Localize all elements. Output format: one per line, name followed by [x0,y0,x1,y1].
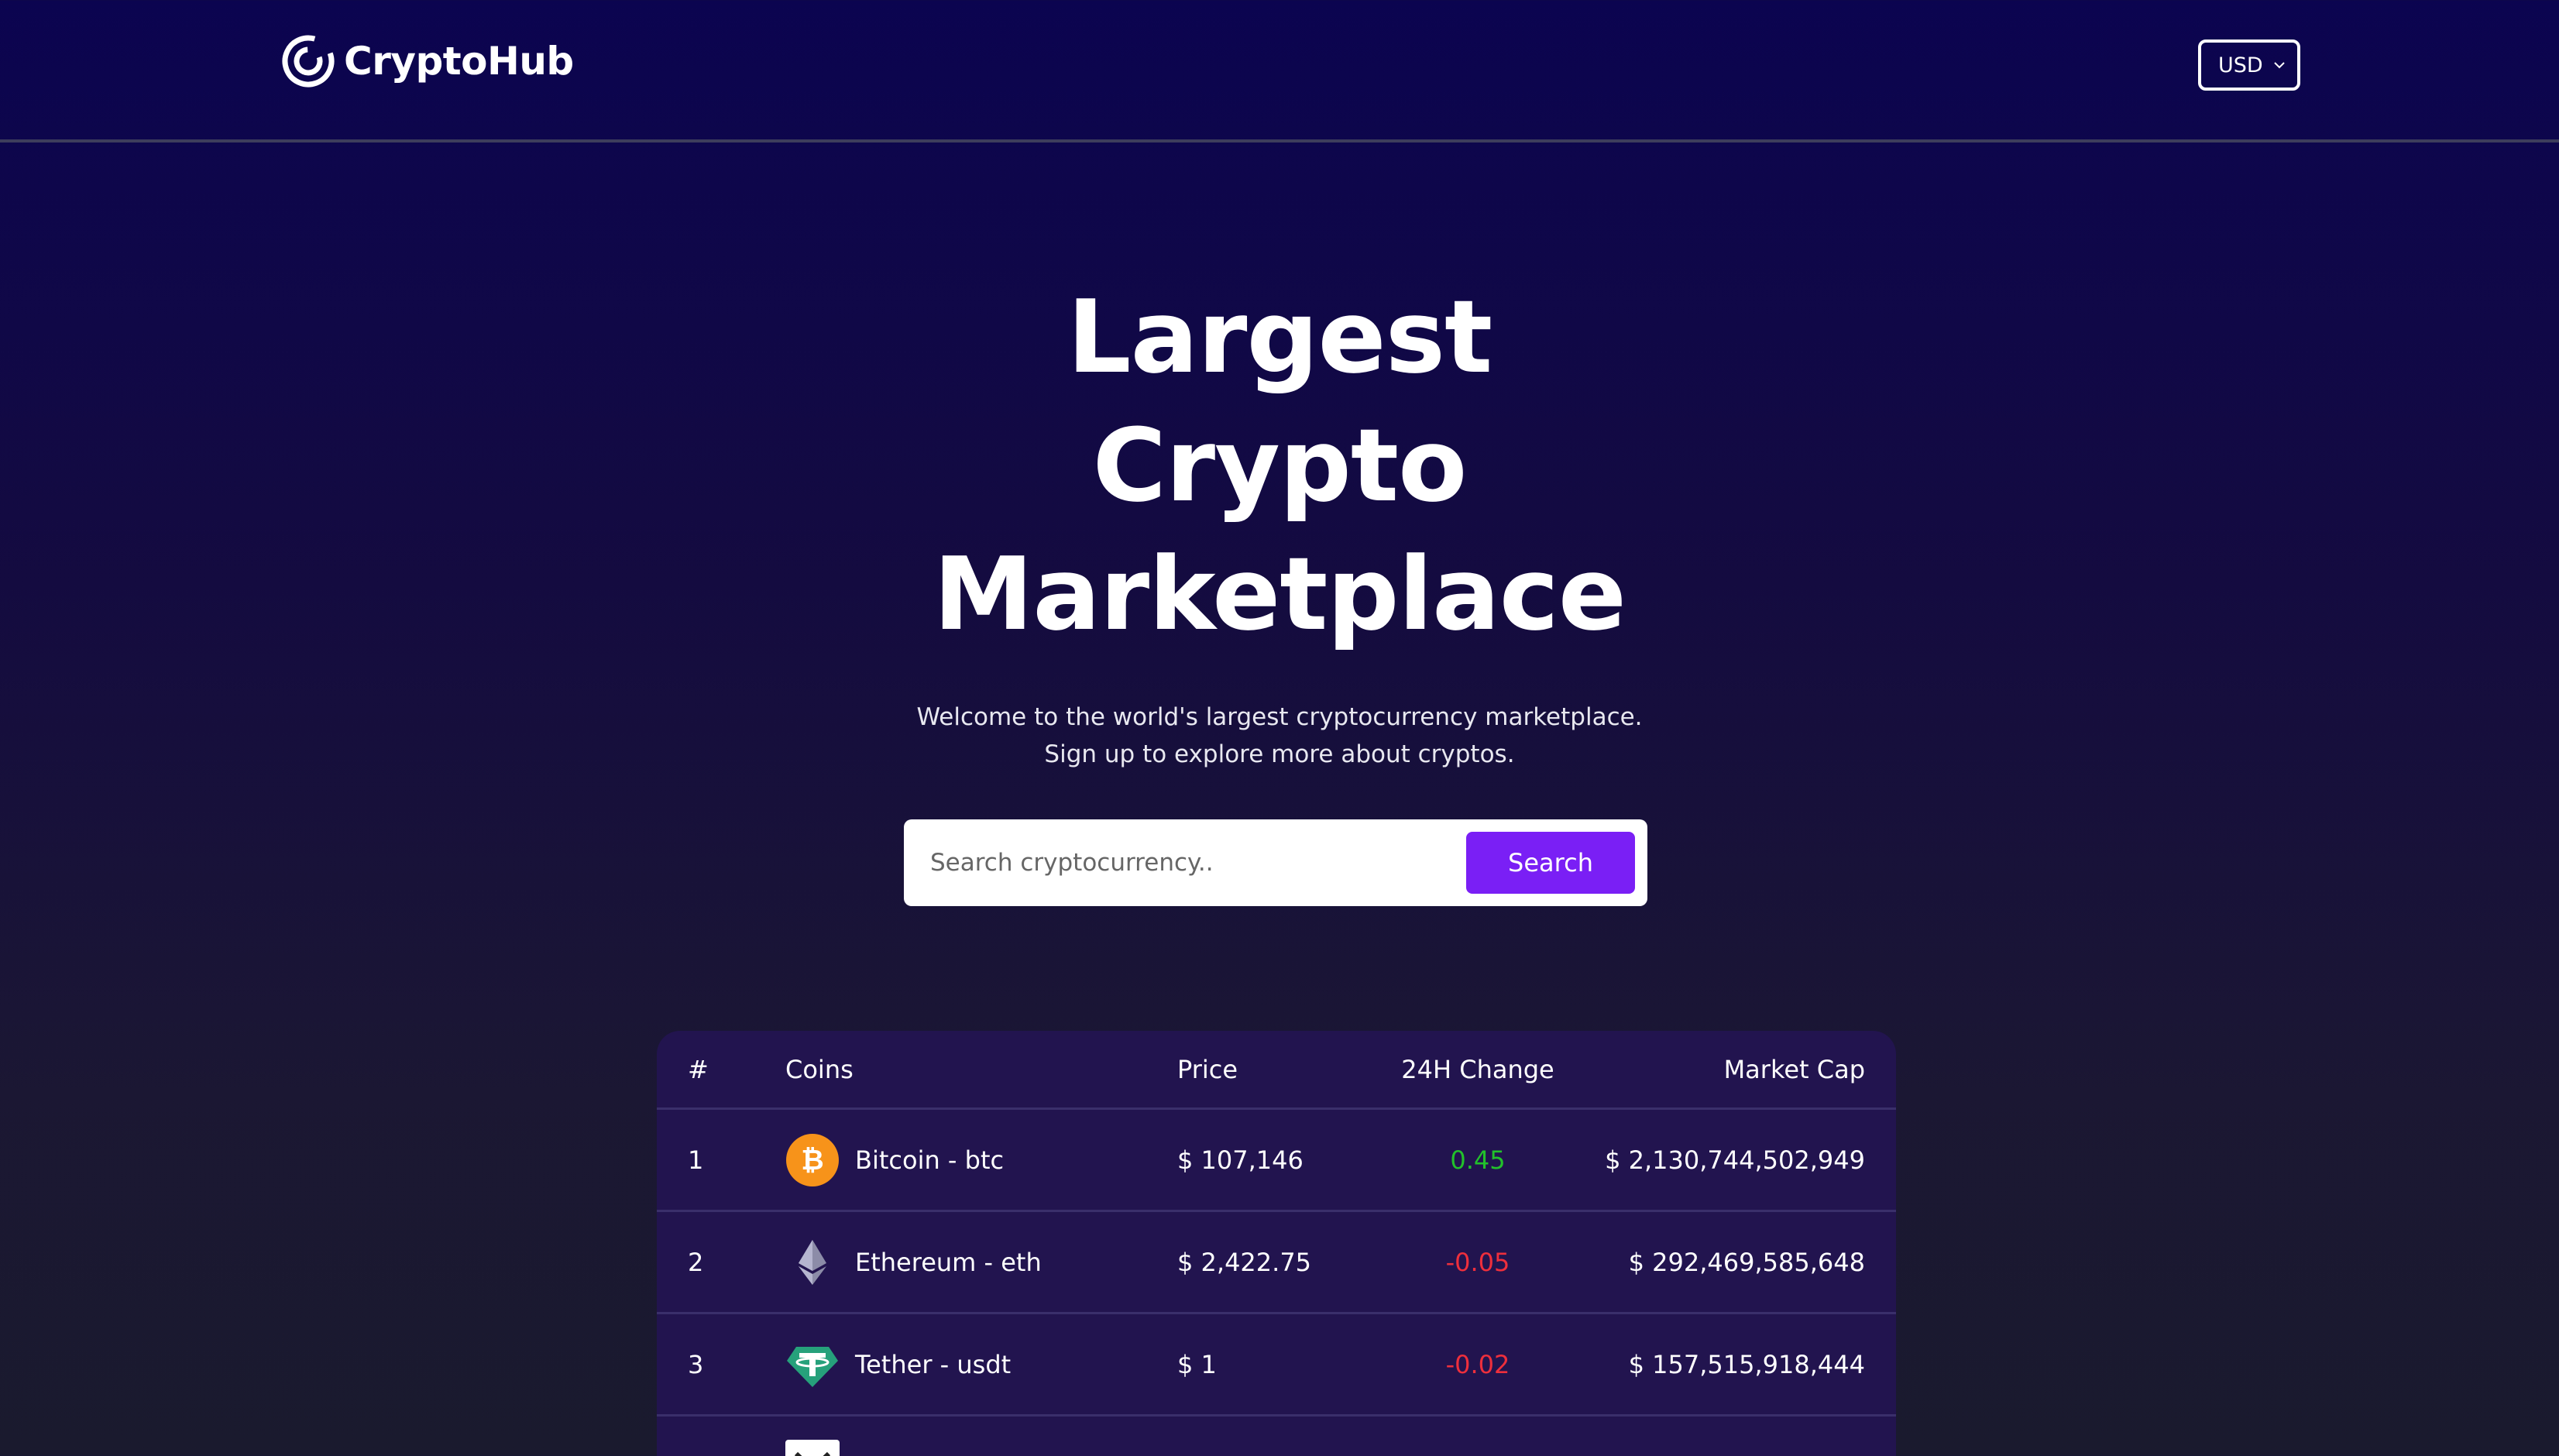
bitcoin-icon: ₿ [786,1133,839,1186]
hero-subtitle-line: Sign up to explore more about cryptos. [1044,740,1515,768]
table-row[interactable] [657,1417,1896,1456]
coin-name: Tether - usdt [855,1349,1012,1379]
coin-name: Ethereum - eth [855,1247,1042,1277]
coin-table: # Coins Price 24H Change Market Cap 1 ₿ … [657,1031,1896,1456]
coin-icon [785,1440,840,1456]
row-coin: Tether - usdt [785,1314,1011,1414]
header-coins: Coins [785,1054,854,1084]
svg-text:₿: ₿ [801,1145,823,1176]
hero-title-line: Largest [1067,278,1492,396]
row-coin [785,1417,840,1456]
header-rank: # [688,1054,709,1084]
row-market-cap: $ 157,515,918,444 [1628,1349,1865,1379]
table-row[interactable]: 2 Ethereum - eth $ 2,422.75 -0.05 $ 292,… [657,1212,1896,1314]
header-price: Price [1177,1054,1238,1084]
logo-text: CryptoHub [344,39,574,84]
ethereum-icon [799,1239,826,1285]
currency-select[interactable]: USD [2198,39,2300,91]
header-market-cap: Market Cap [1723,1054,1865,1084]
row-price: $ 2,422.75 [1177,1247,1312,1277]
row-24h-change: -0.05 [1445,1247,1510,1277]
row-price: $ 1 [1177,1349,1217,1379]
row-coin: ₿ Bitcoin - btc [785,1110,1004,1210]
hero-subtitle-line: Welcome to the world's largest cryptocur… [916,703,1643,731]
row-rank: 3 [688,1349,704,1379]
row-24h-change: 0.45 [1450,1145,1506,1175]
row-market-cap: $ 292,469,585,648 [1628,1247,1865,1277]
header-24h-change: 24H Change [1401,1054,1554,1084]
table-header-row: # Coins Price 24H Change Market Cap [657,1031,1896,1110]
coin-name: Bitcoin - btc [855,1145,1005,1175]
search-button[interactable]: Search [1466,832,1635,894]
hero-title: Largest Crypto Marketplace [0,273,2559,658]
row-market-cap: $ 2,130,744,502,949 [1605,1145,1865,1175]
row-rank: 2 [688,1247,704,1277]
hero-title-line: Marketplace [933,535,1626,653]
logo[interactable]: CryptoHub [280,33,574,90]
row-price: $ 107,146 [1177,1145,1304,1175]
row-rank: 1 [688,1145,704,1175]
navbar: CryptoHub USD [0,0,2559,143]
chevron-down-icon [2274,62,2285,69]
logo-mark-icon [282,35,335,88]
hero-subtitle: Welcome to the world's largest cryptocur… [0,699,2559,773]
search-form: Search [904,819,1647,906]
tether-icon [787,1346,838,1387]
table-row[interactable]: 1 ₿ Bitcoin - btc $ 107,146 0.45 $ 2,130… [657,1110,1896,1212]
row-coin: Ethereum - eth [785,1212,1042,1312]
currency-value: USD [2218,53,2263,77]
row-24h-change: -0.02 [1445,1349,1510,1379]
table-row[interactable]: 3 Tether - usdt $ 1 -0.02 $ 157,515,918,… [657,1314,1896,1417]
hero-title-line: Crypto [1092,407,1468,524]
